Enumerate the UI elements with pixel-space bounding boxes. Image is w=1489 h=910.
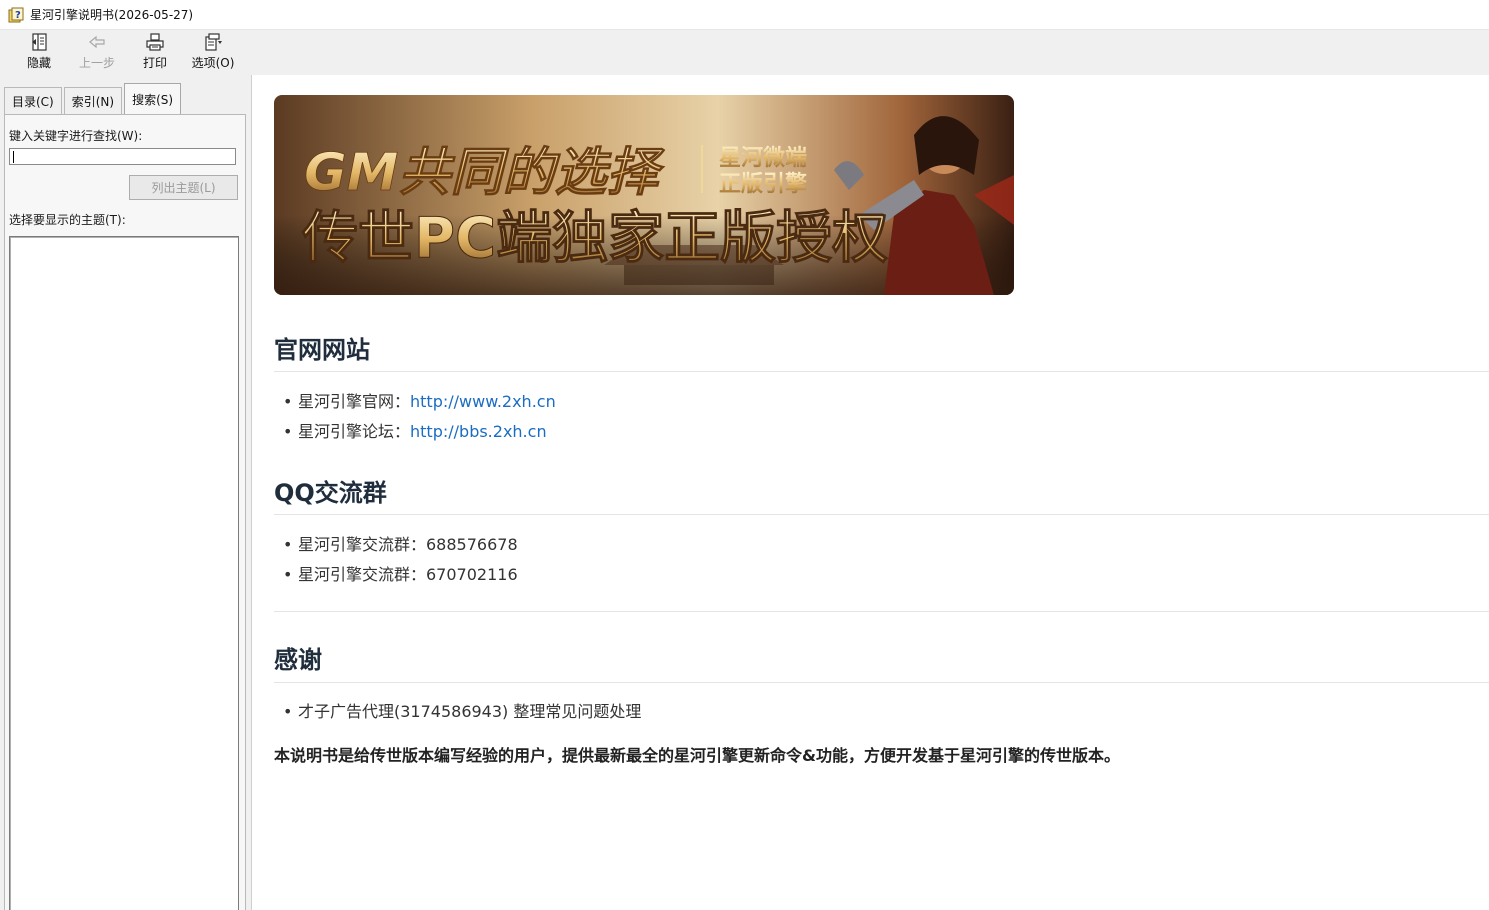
- list-item: 星河引擎交流群：688576678: [274, 530, 518, 560]
- divider: [274, 682, 1489, 683]
- divider: [274, 371, 1489, 372]
- banner-side-bottom: 正版引擎: [719, 172, 807, 197]
- navigation-pane: 目录(C) 索引(N) 搜索(S) 键入关键字进行查找(W): 列出主题(L) …: [0, 75, 252, 910]
- list-item: 星河引擎官网：http://www.2xh.cn: [274, 387, 556, 417]
- banner-headline: GM共同的选择: [304, 143, 665, 203]
- thanks-list: 才子广告代理(3174586943) 整理常见问题处理: [274, 697, 641, 727]
- banner-image: GM共同的选择 星河微端 正版引擎 传世PC端独家正版授权: [274, 95, 1014, 295]
- list-item: 星河引擎交流群：670702116: [274, 560, 518, 590]
- svg-text:?: ?: [15, 10, 21, 21]
- title-bar: ? 星河引擎说明书(2026-05-27): [0, 0, 1489, 30]
- options-button[interactable]: 选项(O): [184, 32, 242, 71]
- options-label: 选项(O): [191, 56, 235, 70]
- window-title: 星河引擎说明书(2026-05-27): [30, 8, 194, 22]
- qq-list: 星河引擎交流群：688576678 星河引擎交流群：670702116: [274, 530, 518, 589]
- section-title-thanks: 感谢: [274, 646, 322, 674]
- arrow-left-icon: [89, 35, 105, 49]
- print-button[interactable]: 打印: [126, 32, 184, 71]
- content-pane: GM共同的选择 星河微端 正版引擎 传世PC端独家正版授权 官网网站 星河引擎官…: [253, 75, 1489, 910]
- list-topics-button[interactable]: 列出主题(L): [129, 175, 238, 200]
- website-list: 星河引擎官网：http://www.2xh.cn 星河引擎论坛：http://b…: [274, 387, 556, 446]
- section-title-qq: QQ交流群: [274, 479, 387, 507]
- back-button[interactable]: 上一步: [68, 32, 126, 71]
- hide-pane-icon: [32, 33, 47, 51]
- back-label: 上一步: [78, 56, 115, 70]
- options-icon: [205, 33, 222, 51]
- divider: [274, 611, 1489, 612]
- website-prefix: 星河引擎官网：: [298, 392, 411, 411]
- print-label: 打印: [142, 56, 167, 70]
- divider: [274, 514, 1489, 515]
- list-item: 才子广告代理(3174586943) 整理常见问题处理: [274, 697, 641, 727]
- hide-button[interactable]: 隐藏: [10, 32, 68, 71]
- tab-index[interactable]: 索引(N): [63, 87, 123, 115]
- banner-graphic: GM共同的选择 星河微端 正版引擎 传世PC端独家正版授权: [274, 95, 1014, 295]
- tab-contents[interactable]: 目录(C): [4, 87, 62, 115]
- keyword-label: 键入关键字进行查找(W):: [9, 129, 143, 143]
- toolbar: 隐藏 上一步 打印 选项(O): [0, 30, 1489, 75]
- official-site-link[interactable]: http://www.2xh.cn: [410, 392, 556, 411]
- hide-label: 隐藏: [26, 56, 51, 70]
- text-caret: [13, 151, 14, 163]
- summary-text: 本说明书是给传世版本编写经验的用户，提供最新最全的星河引擎更新命令&功能，方便开…: [274, 746, 1120, 765]
- forum-link[interactable]: http://bbs.2xh.cn: [410, 422, 547, 441]
- topics-list[interactable]: [9, 236, 239, 910]
- tab-search[interactable]: 搜索(S): [124, 83, 182, 115]
- printer-icon: [146, 33, 164, 51]
- banner-subline: 传世PC端独家正版授权: [301, 206, 888, 271]
- help-file-icon: ?: [8, 7, 24, 22]
- search-panel: 键入关键字进行查找(W): 列出主题(L) 选择要显示的主题(T):: [4, 114, 246, 910]
- banner-side-top: 星河微端: [719, 145, 807, 171]
- list-item: 星河引擎论坛：http://bbs.2xh.cn: [274, 417, 556, 447]
- forum-prefix: 星河引擎论坛：: [298, 421, 411, 441]
- nav-tabs: 目录(C) 索引(N) 搜索(S): [4, 83, 183, 115]
- topics-label: 选择要显示的主题(T):: [9, 213, 126, 227]
- section-title-website: 官网网站: [274, 336, 370, 364]
- keyword-input[interactable]: [9, 148, 236, 165]
